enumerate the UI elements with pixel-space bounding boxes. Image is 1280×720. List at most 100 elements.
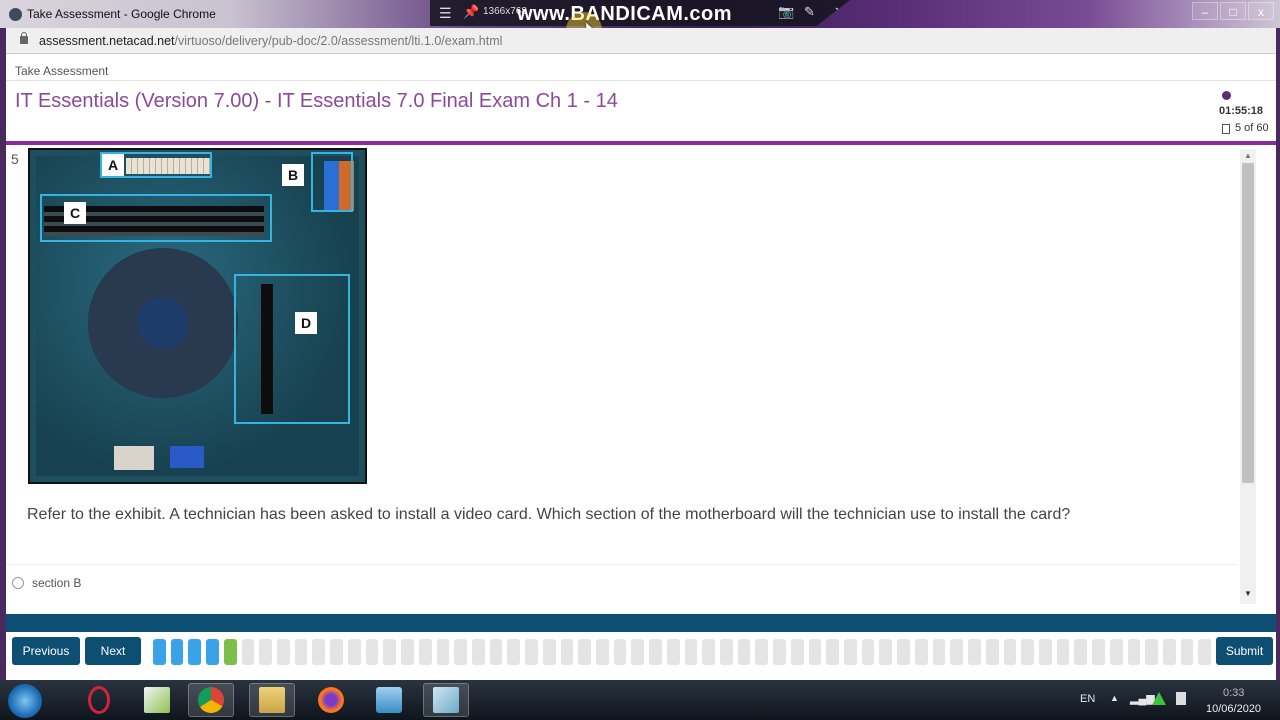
progress-segment-50[interactable]	[1021, 639, 1034, 665]
progress-segment-34[interactable]	[737, 639, 751, 665]
notification-triangle-icon[interactable]	[1152, 692, 1166, 705]
notepadpp-icon	[144, 687, 170, 713]
progress-segment-40[interactable]	[844, 639, 857, 665]
power-icon[interactable]	[1176, 692, 1186, 705]
progress-segment-49[interactable]	[1003, 639, 1017, 665]
progress-segment-20[interactable]	[489, 639, 503, 665]
progress-segment-28[interactable]	[631, 639, 645, 665]
content-scrollbar[interactable]: ▲ ▼	[1240, 149, 1256, 604]
progress-segment-35[interactable]	[755, 639, 769, 665]
progress-segment-51[interactable]	[1038, 639, 1052, 665]
progress-segment-3[interactable]	[188, 639, 202, 665]
scrollbar-thumb[interactable]	[1242, 163, 1254, 483]
progress-segment-1[interactable]	[153, 639, 166, 665]
progress-segment-43[interactable]	[897, 639, 910, 665]
clock-time[interactable]: 0:33	[1223, 687, 1244, 699]
recorder-menu-icon[interactable]: ☰	[439, 5, 452, 22]
progress-segment-19[interactable]	[471, 639, 485, 665]
clock-date[interactable]: 10/06/2020	[1206, 703, 1261, 715]
progress-segment-21[interactable]	[507, 639, 521, 665]
progress-segment-47[interactable]	[968, 639, 981, 665]
network-signal-icon[interactable]: ▂▄▆	[1130, 692, 1155, 705]
submit-button[interactable]: Submit	[1216, 637, 1273, 665]
progress-segment-25[interactable]	[578, 639, 591, 665]
url-text[interactable]: assessment.netacad.net/virtuoso/delivery…	[39, 34, 502, 48]
radio-button[interactable]	[12, 577, 24, 589]
progress-segment-32[interactable]	[702, 639, 715, 665]
progress-segment-16[interactable]	[418, 639, 432, 665]
progress-segment-57[interactable]	[1145, 639, 1158, 665]
url-path: /virtuoso/delivery/pub-doc/2.0/assessmen…	[174, 34, 503, 48]
timer: 01:55:18	[1219, 105, 1264, 117]
progress-segment-11[interactable]	[330, 639, 343, 665]
recorder-pin-icon[interactable]: 📌	[463, 4, 479, 20]
scroll-up-icon[interactable]: ▲	[1244, 151, 1252, 160]
address-bar[interactable]: assessment.netacad.net/virtuoso/delivery…	[6, 28, 1276, 54]
progress-segment-24[interactable]	[560, 639, 574, 665]
progress-segment-17[interactable]	[436, 639, 450, 665]
label-a: A	[102, 154, 124, 176]
progress-segment-23[interactable]	[542, 639, 556, 665]
progress-segment-10[interactable]	[312, 639, 326, 665]
system-tray: EN ▲ ▂▄▆ 0:33 10/06/2020	[1040, 680, 1280, 720]
progress-segment-56[interactable]	[1127, 639, 1141, 665]
close-button[interactable]: x	[1248, 2, 1274, 20]
progress-segment-8[interactable]	[277, 639, 290, 665]
progress-segment-5[interactable]	[223, 639, 237, 665]
answer-option[interactable]: section B	[12, 576, 81, 590]
progress-segment-26[interactable]	[595, 639, 609, 665]
url-host: assessment.netacad.net	[39, 34, 175, 48]
taskbar-chrome[interactable]	[188, 683, 234, 717]
progress-segment-54[interactable]	[1092, 639, 1105, 665]
recorder-camera-icon[interactable]: 📷	[778, 4, 794, 20]
progress-segment-6[interactable]	[241, 639, 255, 665]
minimize-button[interactable]: ‒	[1192, 2, 1218, 20]
next-button[interactable]: Next	[85, 637, 141, 665]
taskbar-media-player[interactable]	[366, 683, 412, 717]
recorder-watermark: www.BANDICAM.com	[517, 3, 733, 25]
taskbar-opera[interactable]	[76, 683, 122, 717]
progress-segment-7[interactable]	[259, 639, 273, 665]
recorder-pen-icon[interactable]: ✎	[804, 4, 815, 20]
taskbar-notepadpp[interactable]	[134, 683, 180, 717]
progress-segment-22[interactable]	[525, 639, 538, 665]
progress-segment-13[interactable]	[365, 639, 379, 665]
progress-segment-42[interactable]	[879, 639, 893, 665]
progress-segment-39[interactable]	[826, 639, 840, 665]
maximize-button[interactable]: □	[1220, 2, 1246, 20]
progress-segment-31[interactable]	[684, 639, 698, 665]
progress-segment-55[interactable]	[1109, 639, 1123, 665]
progress-segment-53[interactable]	[1074, 639, 1088, 665]
taskbar-firefox[interactable]	[308, 683, 354, 717]
language-indicator[interactable]: EN	[1080, 693, 1095, 705]
progress-segment-44[interactable]	[914, 639, 928, 665]
show-hidden-icons[interactable]: ▲	[1110, 693, 1119, 703]
progress-segment-4[interactable]	[206, 639, 219, 665]
progress-segment-15[interactable]	[401, 639, 414, 665]
progress-segment-18[interactable]	[454, 639, 467, 665]
progress-segment-41[interactable]	[861, 639, 875, 665]
progress-segment-48[interactable]	[985, 639, 999, 665]
progress-segment-33[interactable]	[720, 639, 733, 665]
taskbar-notepad[interactable]	[423, 683, 469, 717]
progress-segment-2[interactable]	[170, 639, 184, 665]
previous-button[interactable]: Previous	[12, 637, 80, 665]
progress-segment-27[interactable]	[613, 639, 627, 665]
progress-segment-59[interactable]	[1180, 639, 1194, 665]
start-button[interactable]	[8, 684, 42, 718]
progress-segment-46[interactable]	[950, 639, 964, 665]
progress-segment-36[interactable]	[773, 639, 786, 665]
progress-segment-38[interactable]	[808, 639, 822, 665]
progress-segment-58[interactable]	[1162, 639, 1176, 665]
progress-segment-9[interactable]	[294, 639, 308, 665]
progress-segment-60[interactable]	[1198, 639, 1212, 665]
taskbar-explorer[interactable]	[249, 683, 295, 717]
progress-segment-37[interactable]	[790, 639, 804, 665]
progress-segment-30[interactable]	[666, 639, 680, 665]
scroll-down-icon[interactable]: ▼	[1244, 589, 1252, 598]
progress-segment-12[interactable]	[347, 639, 361, 665]
progress-segment-52[interactable]	[1056, 639, 1070, 665]
progress-segment-14[interactable]	[383, 639, 397, 665]
progress-segment-45[interactable]	[932, 639, 946, 665]
progress-segment-29[interactable]	[649, 639, 662, 665]
